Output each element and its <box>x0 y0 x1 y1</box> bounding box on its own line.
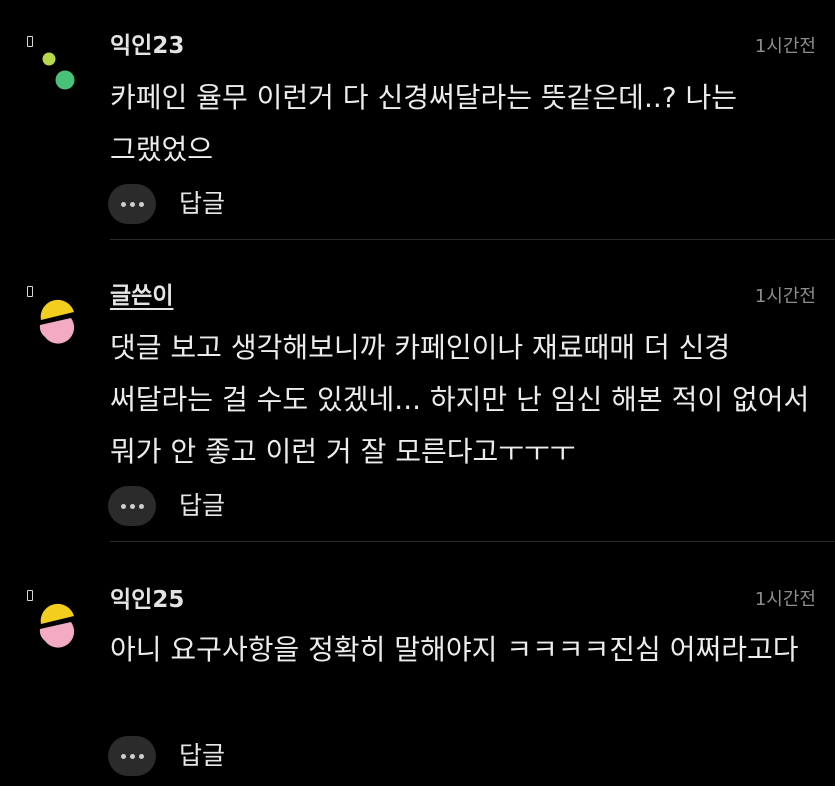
dots-avatar-icon <box>42 52 75 90</box>
author-name[interactable]: 글쓴이 <box>110 281 173 311</box>
dot-icon <box>129 503 135 509</box>
dot-icon <box>120 201 126 207</box>
timestamp: 1시간전 <box>754 286 816 307</box>
comment-item: 글쓴이 1시간전 댓글 보고 생각해보니까 카페인이나 재료때매 더 신경 써달… <box>0 240 835 542</box>
author-name[interactable]: 익인23 <box>110 31 184 61</box>
shape-avatar-icon <box>39 603 75 648</box>
more-options-button[interactable] <box>108 486 156 526</box>
dot-icon <box>138 201 144 207</box>
more-options-button[interactable] <box>108 736 156 776</box>
timestamp: 1시간전 <box>754 36 816 57</box>
badge-icon <box>27 286 33 297</box>
dot-icon <box>138 753 144 759</box>
badge-icon <box>27 590 33 601</box>
shape-avatar-icon <box>39 299 75 344</box>
author-name[interactable]: 익인25 <box>110 585 184 615</box>
badge-icon <box>27 36 33 47</box>
comment-text: 카페인 율무 이런거 다 신경써달라는 뜻같은데..? 나는 그랬었으 <box>110 81 738 166</box>
more-options-button[interactable] <box>108 184 156 224</box>
dot-icon <box>129 201 135 207</box>
timestamp: 1시간전 <box>754 589 816 610</box>
comment-item: 익인23 1시간전 카페인 율무 이런거 다 신경써달라는 뜻같은데..? 나는… <box>0 0 835 240</box>
dot-icon <box>129 753 135 759</box>
reply-button[interactable]: 답글 <box>179 736 225 776</box>
comment-item: 익인25 1시간전 아니 요구사항을 정확히 말해야지 ㅋㅋㅋㅋ진심 어쩌라고다… <box>0 542 835 786</box>
comment-text: 아니 요구사항을 정확히 말해야지 ㅋㅋㅋㅋ진심 어쩌라고다 <box>110 633 799 666</box>
dot-icon <box>138 503 144 509</box>
reply-button[interactable]: 답글 <box>179 184 225 224</box>
reply-button[interactable]: 답글 <box>179 486 225 526</box>
dot-icon <box>120 753 126 759</box>
comment-text: 댓글 보고 생각해보니까 카페인이나 재료때매 더 신경 써달라는 걸 수도 있… <box>110 331 810 468</box>
dot-icon <box>120 503 126 509</box>
